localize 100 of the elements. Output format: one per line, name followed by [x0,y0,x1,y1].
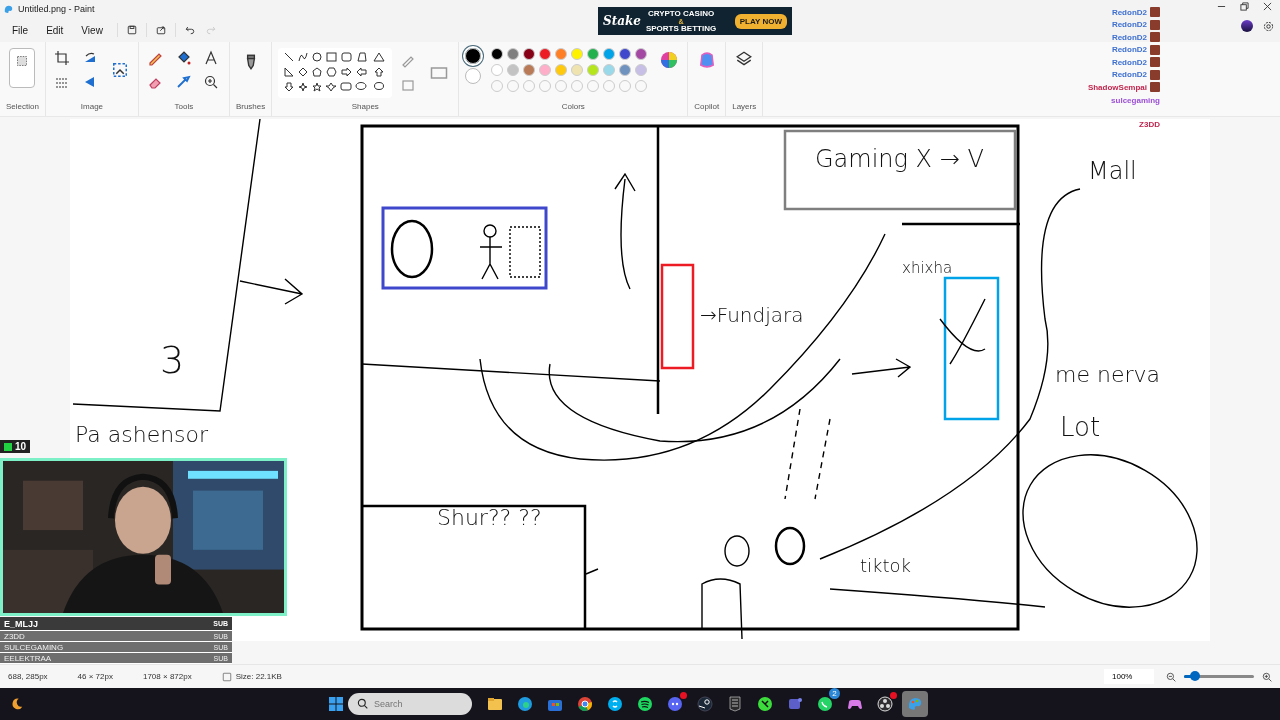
app-icon[interactable] [756,695,774,713]
emote-icon [1150,19,1160,30]
selection-size: 46 × 72px [77,672,113,681]
chat-username: RedonD2 [1111,45,1147,55]
color-swatch[interactable] [619,48,632,60]
color-swatch[interactable] [587,48,600,60]
color-swatch[interactable] [523,48,536,60]
color-swatch[interactable] [635,64,648,76]
color-swatch[interactable] [539,64,552,76]
search-icon [357,698,368,709]
chat-username: RedonD2 [1111,32,1147,42]
subscriber-name: Z3DD [4,631,25,641]
emote-icon [1150,82,1160,93]
handwritten-note: Shur?? ?? [437,507,542,529]
handwritten-note: Mall [1088,159,1137,183]
notification-count: 2 [829,688,840,699]
current-color[interactable] [465,68,482,84]
group-label: Image [80,102,104,113]
group-label: Copilot [694,102,720,113]
chat-username: Z3DD [1139,120,1160,130]
chat-username: ShadowSempai [1087,82,1147,92]
cursor-position: 688, 285px [8,672,48,681]
handwritten-note: 3 [160,341,185,379]
browser-icon[interactable] [576,695,594,713]
emote-icon [1150,32,1160,43]
menu-item[interactable]: View [73,21,111,39]
chat-username: sulcegaming [1111,95,1160,105]
subscriber-name: SULCEGAMING [4,642,64,652]
emote-icon [1150,44,1160,55]
chat-app-icon[interactable] [666,695,684,713]
chat-username: RedonD2 [1111,20,1147,30]
menu-item[interactable]: Edit [38,21,72,39]
subscriber-name: EELEKTRAA [4,653,52,663]
window-title: Untitled.png - Paint [18,4,95,14]
folder-icon[interactable] [486,695,504,713]
settings-icon[interactable] [1263,20,1274,32]
zoom-in-icon[interactable] [1262,671,1272,682]
chat-username: RedonD2 [1111,70,1147,80]
group-label: Selection [6,102,39,113]
handwritten-note: Gaming X → V [815,147,984,171]
emote-icon [1150,7,1160,18]
game-launcher-icon[interactable] [696,695,714,713]
group-label: Shapes [351,102,379,113]
play-button[interactable]: PLAY NOW [734,13,787,29]
chat-username: RedonD2 [1111,7,1147,17]
handwritten-note: me nerva [1055,364,1160,386]
group-label: Tools [174,102,194,113]
color-swatch[interactable] [507,64,520,76]
viewer-count: 10 [15,441,27,452]
handwritten-note: Pa ashensor [75,424,209,446]
zoom-dropdown[interactable]: 100% [1104,669,1154,684]
color-swatch[interactable] [491,64,504,76]
handwritten-note: Lot [1060,414,1101,440]
chat-username: RedonD2 [1111,57,1147,67]
browser-icon[interactable] [516,695,534,713]
group-label: Layers [732,102,757,113]
color-swatch[interactable] [603,48,616,60]
color-swatch[interactable] [603,64,616,76]
search-field[interactable]: Search [348,693,472,715]
color-swatch[interactable] [491,48,504,60]
chat-app-icon[interactable] [606,695,624,713]
color-swatch[interactable] [523,64,536,76]
weather-icon[interactable] [10,697,24,711]
profile-avatar[interactable] [1241,20,1253,32]
current-color[interactable] [465,48,482,64]
color-swatch[interactable] [507,48,520,60]
group-label: Brushes [235,102,266,113]
menu-item[interactable]: File [4,21,37,39]
color-swatch[interactable] [555,48,568,60]
slider-thumb[interactable] [1189,671,1200,681]
selection-icon [16,53,29,69]
color-swatch[interactable] [587,64,600,76]
restore-icon[interactable] [1240,2,1249,11]
handwritten-note: xhixha [902,261,953,276]
color-swatch[interactable] [571,48,584,60]
emote-icon [1150,69,1160,80]
file-size: Size: 22.1KB [235,672,282,681]
color-swatch[interactable] [555,64,568,76]
game-launcher-icon[interactable] [726,695,744,713]
handwritten-note: →Fundjara [700,305,804,325]
color-swatch[interactable] [539,48,552,60]
close-icon[interactable] [1263,2,1272,11]
handwritten-note: tiktok [860,557,911,575]
emote-icon [1150,57,1160,68]
ad-logo: Stake [603,14,641,28]
group-label: Colors [561,102,585,113]
recorder-app-icon[interactable] [876,695,894,713]
ad-headline: SPORTS BETTING [645,24,717,33]
ad-headline: CRYPTO CASINO [647,9,715,18]
subscriber-name: E_MLJJ [4,618,38,629]
shapes-gallery[interactable] [278,48,393,98]
color-swatch[interactable] [635,48,648,60]
viewer-icon [4,442,12,451]
music-app-icon[interactable] [636,695,654,713]
color-swatch[interactable] [571,64,584,76]
zoom-out-icon[interactable] [1166,671,1176,682]
messaging-app-icon[interactable] [816,695,834,713]
start-icon[interactable] [328,696,344,712]
color-swatch[interactable] [619,64,632,76]
paint-app-icon [3,3,14,15]
